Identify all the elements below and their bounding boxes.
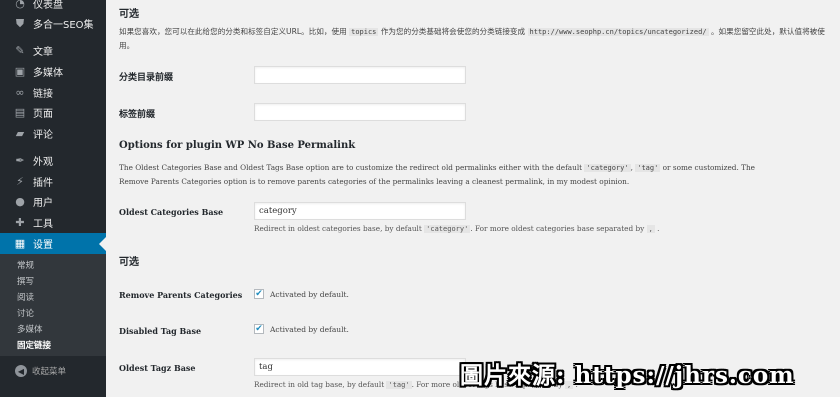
pin-icon: ✎ xyxy=(15,44,25,57)
disabled-tag-base-label: Disabled Tag Base xyxy=(119,326,202,336)
link-icon: ∞ xyxy=(15,86,25,99)
collapse-menu-button[interactable]: ◀ 收起菜单 xyxy=(0,362,106,380)
sidebar-item-9[interactable]: ● 用户 xyxy=(0,191,106,212)
comment-icon: ▰ xyxy=(15,127,25,140)
sidebar-item-label: 链接 xyxy=(33,89,53,100)
dashboard-icon: ◔ xyxy=(15,0,25,10)
submenu-item-2[interactable]: 阅读 xyxy=(0,290,106,306)
collapse-icon: ◀ xyxy=(15,365,27,377)
sidebar-item-2[interactable]: ✎ 文章 xyxy=(0,40,106,61)
note-code: , xyxy=(646,225,655,233)
sidebar-item-label: 评论 xyxy=(33,130,53,141)
media-icon: ▣ xyxy=(14,65,26,78)
sidebar-item-label: 文章 xyxy=(33,47,53,58)
admin-sidebar: ◔ 仪表盘 ⛊ 多合一SEO集 ✎ 文章 ▣ 多媒体 ∞ 链接 ▤ 页面 ▰ 评论 ✒ 外观 ⚡ 插件 ● 用户 ✚ 工具… xyxy=(0,0,106,397)
sidebar-item-label: 多媒体 xyxy=(33,68,63,79)
plugin-options-title: Options for plugin WP No Base Permalink xyxy=(119,140,356,151)
disabled-tag-base-checkbox[interactable]: ✔ xyxy=(254,324,264,334)
optional-desc-url: http://www.seophp.cn/topics/uncategorize… xyxy=(527,28,709,36)
sidebar-item-10[interactable]: ✚ 工具 xyxy=(0,212,106,233)
category-base-input[interactable] xyxy=(254,66,466,84)
optional-desc-text: 作为您的分类基础将会使您的分类链接变成 xyxy=(380,27,526,36)
remove-parents-row: ✔ Activated by default. xyxy=(254,289,349,299)
brush-icon: ✒ xyxy=(15,154,25,167)
sidebar-item-8[interactable]: ⚡ 插件 xyxy=(0,171,106,192)
sidebar-item-7[interactable]: ✒ 外观 xyxy=(0,150,106,171)
note-code: 'tag' xyxy=(386,381,412,389)
submenu-item-4[interactable]: 多媒体 xyxy=(0,322,106,338)
note-code: 'category' xyxy=(424,225,471,233)
remove-parents-checkbox[interactable]: ✔ xyxy=(254,289,264,299)
optional-section-title-2: 可选 xyxy=(119,257,139,268)
tag-base-label: 标签前缀 xyxy=(119,110,156,120)
oldest-tags-base-label: Oldest Tagz Base xyxy=(119,363,196,373)
plugin-desc-text: Remove Parents Categories option is to r… xyxy=(119,177,630,186)
optional-desc-code: topics xyxy=(349,28,379,36)
sidebar-item-4[interactable]: ∞ 链接 xyxy=(0,82,106,103)
note-text: . For more oldest categories base separa… xyxy=(470,224,645,233)
oldest-categories-base-label: Oldest Categories Base xyxy=(119,207,224,217)
collapse-label: 收起菜单 xyxy=(32,367,67,377)
sidebar-item-label: 工具 xyxy=(33,219,53,230)
optional-desc-text: 如果您喜欢，您可以在此给您的分类和标签自定义URL。比如，使用 xyxy=(119,27,347,36)
sidebar-item-label: 外观 xyxy=(33,157,53,168)
sidebar-item-label: 页面 xyxy=(33,109,53,120)
note-text: Redirect in old tag base, by default xyxy=(254,380,385,389)
sidebar-item-label: 插件 xyxy=(33,178,53,189)
remove-parents-label: Remove Parents Categories xyxy=(119,290,243,300)
page-icon: ▤ xyxy=(14,106,26,119)
remove-parents-text: Activated by default. xyxy=(270,289,349,299)
plugin-icon: ⚡ xyxy=(16,175,24,188)
note-text: Redirect in oldest categories base, by d… xyxy=(254,224,422,233)
user-icon: ● xyxy=(15,195,25,208)
plugin-desc-text: The Oldest Categories Base and Oldest Ta… xyxy=(119,163,583,172)
sidebar-item-label: 用户 xyxy=(33,198,53,209)
sidebar-item-label: 仪表盘 xyxy=(33,0,63,11)
plugin-desc-text: or some customized. The xyxy=(662,163,756,172)
settings-submenu: 常规 撰写 阅读 讨论 多媒体 固定链接 xyxy=(0,254,106,356)
oldest-categories-base-note: Redirect in oldest categories base, by d… xyxy=(254,224,660,233)
oldest-tags-base-input[interactable]: tag xyxy=(254,358,466,376)
sidebar-item-3[interactable]: ▣ 多媒体 xyxy=(0,61,106,82)
submenu-item-3[interactable]: 讨论 xyxy=(0,306,106,322)
sidebar-item-6[interactable]: ▰ 评论 xyxy=(0,123,106,144)
disabled-tag-base-row: ✔ Activated by default. xyxy=(254,324,349,334)
checkmark-icon: ✔ xyxy=(255,288,263,299)
submenu-item-0[interactable]: 常规 xyxy=(0,258,106,274)
sidebar-item-label: 多合一SEO集 xyxy=(33,20,94,31)
wrench-icon: ✚ xyxy=(15,216,25,229)
submenu-item-5[interactable]: 固定链接 xyxy=(0,338,106,354)
checkmark-icon: ✔ xyxy=(255,323,263,334)
sidebar-item-11[interactable]: ▦ 设置 xyxy=(0,233,106,254)
watermark-text: 圖片來源: https://jhrs.com xyxy=(460,362,795,389)
category-base-label: 分类目录前缀 xyxy=(119,73,174,83)
optional-description: 如果您喜欢，您可以在此给您的分类和标签自定义URL。比如，使用 topics 作… xyxy=(119,25,834,52)
plugin-desc-code: 'category' xyxy=(584,164,631,172)
tag-base-input[interactable] xyxy=(254,103,466,121)
disabled-tag-base-text: Activated by default. xyxy=(270,324,349,334)
note-text: . xyxy=(657,224,660,233)
plugin-desc-code: 'tag' xyxy=(635,164,661,172)
oldest-categories-base-input[interactable]: category xyxy=(254,202,466,220)
sidebar-item-5[interactable]: ▤ 页面 xyxy=(0,102,106,123)
submenu-item-1[interactable]: 撰写 xyxy=(0,274,106,290)
sidebar-item-label: 设置 xyxy=(33,240,53,251)
sidebar-item-0[interactable]: ◔ 仪表盘 xyxy=(0,0,106,14)
settings-icon: ▦ xyxy=(14,237,26,250)
plugin-options-description: The Oldest Categories Base and Oldest Ta… xyxy=(119,161,834,188)
shield-icon: ⛊ xyxy=(15,17,25,30)
plugin-desc-text: , xyxy=(630,163,633,172)
permalink-settings-content: 可选 如果您喜欢，您可以在此给您的分类和标签自定义URL。比如，使用 topic… xyxy=(106,0,840,397)
sidebar-item-1[interactable]: ⛊ 多合一SEO集 xyxy=(0,13,106,34)
optional-section-title: 可选 xyxy=(119,9,139,20)
